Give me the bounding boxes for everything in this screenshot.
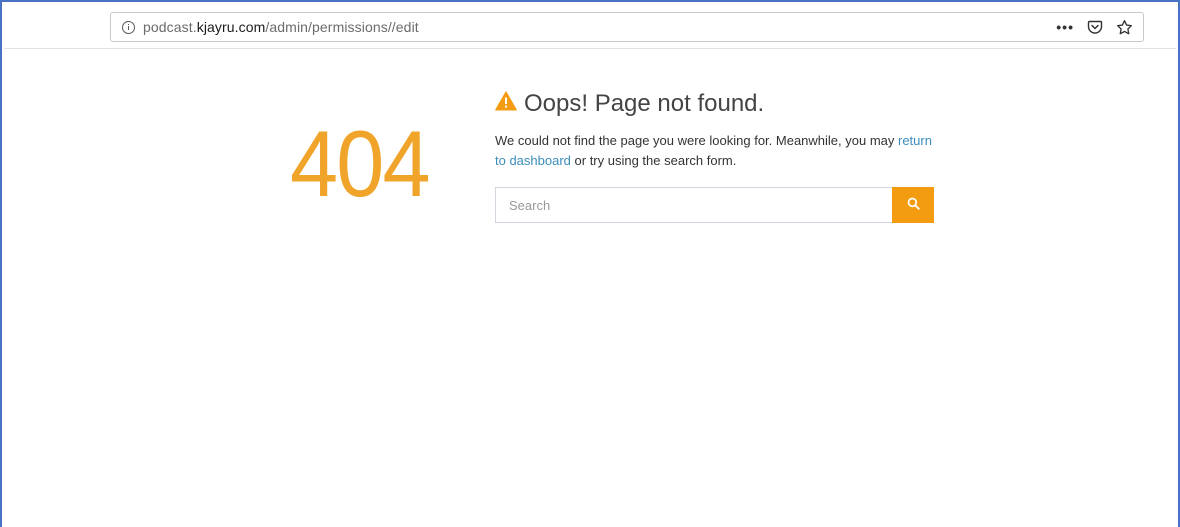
error-code: 404	[290, 111, 431, 216]
page-content: 404 Oops! Page not found. We could not f…	[2, 49, 1178, 527]
search-input[interactable]	[495, 187, 892, 223]
search-button[interactable]	[892, 187, 934, 223]
address-bar[interactable]: podcast.kjayru.com/admin/permissions//ed…	[110, 12, 1144, 42]
url-path: /admin/permissions//edit	[265, 19, 419, 35]
search-icon	[907, 197, 920, 213]
url-host: kjayru.com	[196, 19, 266, 35]
warning-icon	[495, 89, 517, 119]
message-text-after: or try using the search form.	[570, 153, 737, 168]
pocket-icon[interactable]	[1087, 19, 1103, 35]
error-title: Oops! Page not found.	[524, 90, 765, 117]
search-form	[495, 187, 934, 223]
star-icon[interactable]	[1116, 19, 1133, 36]
url-text[interactable]: podcast.kjayru.com/admin/permissions//ed…	[143, 19, 419, 35]
error-message: We could not find the page you were look…	[495, 131, 945, 171]
error-content: Oops! Page not found. We could not find …	[495, 89, 945, 223]
address-bar-actions: •••	[1056, 19, 1133, 36]
info-icon[interactable]	[122, 20, 135, 34]
browser-window: podcast.kjayru.com/admin/permissions//ed…	[0, 0, 1180, 527]
message-text-before: We could not find the page you were look…	[495, 133, 898, 148]
browser-toolbar: podcast.kjayru.com/admin/permissions//ed…	[4, 4, 1176, 49]
url-prefix: podcast.	[143, 19, 197, 35]
error-heading: Oops! Page not found.	[495, 89, 945, 119]
page-actions-menu-icon[interactable]: •••	[1056, 19, 1074, 35]
